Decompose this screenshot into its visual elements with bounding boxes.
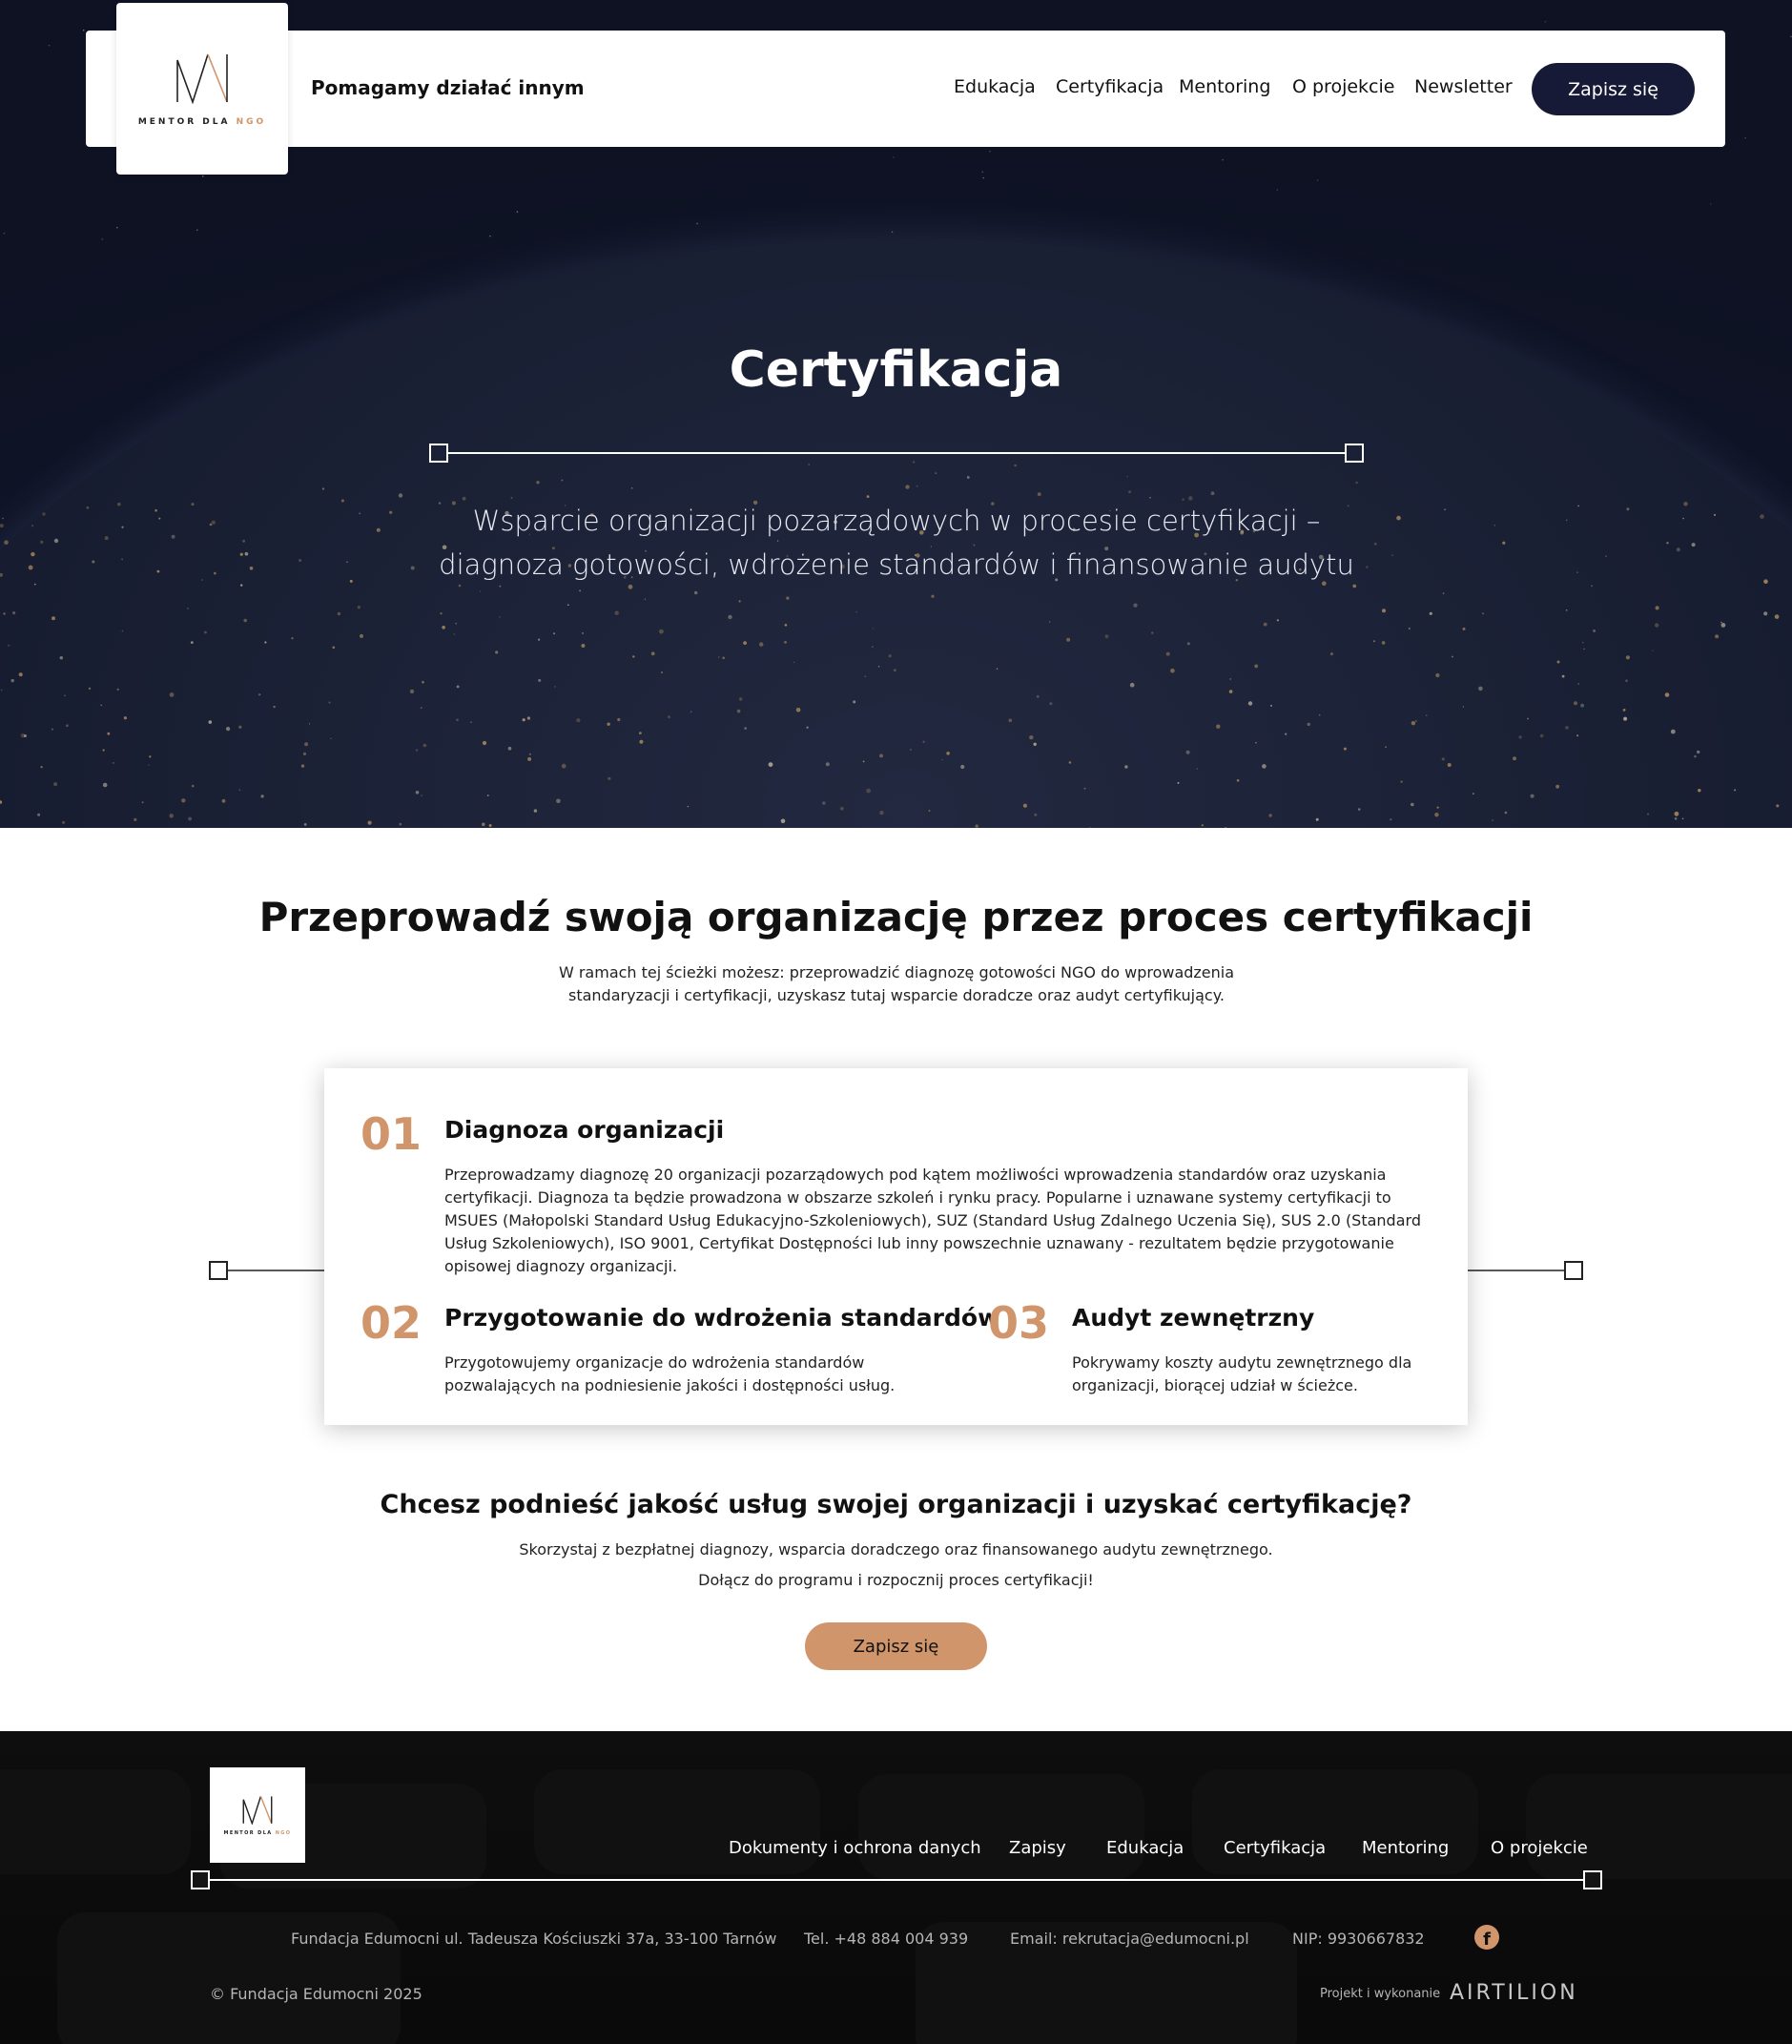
- step-text: Pokrywamy koszty audytu zewnętrznego dla…: [1072, 1353, 1412, 1394]
- divider-square-icon: [1345, 444, 1364, 463]
- step-number: 03: [988, 1297, 1050, 1349]
- divider-square-icon: [429, 444, 448, 463]
- footer-email[interactable]: Email: rekrutacja@edumocni.pl: [1010, 1930, 1249, 1948]
- right-connector: [1467, 1261, 1583, 1280]
- footer-nip: NIP: 9930667832: [1292, 1930, 1425, 1948]
- footer-logo[interactable]: MENTOR DLA NGO: [210, 1767, 305, 1863]
- cta-title: Chcesz podnieść jakość usług swojej orga…: [380, 1490, 1412, 1519]
- footer-divider: [191, 1870, 1602, 1889]
- agency-logo[interactable]: AIRTILION: [1450, 1981, 1578, 2005]
- signup-button[interactable]: Zapisz się: [1532, 63, 1695, 115]
- section-title: Przeprowadź swoją organizację przez proc…: [258, 894, 1534, 940]
- logo-m-icon: [176, 53, 228, 104]
- section-lead: W ramach tej ścieżki możesz: przeprowadz…: [558, 963, 1235, 1004]
- cta-text: Skorzystaj z bezpłatnej diagnozy, wsparc…: [519, 1540, 1273, 1559]
- site-logo[interactable]: MENTOR DLA NGO: [116, 3, 288, 175]
- cta-signup-button[interactable]: Zapisz się: [805, 1622, 987, 1670]
- footer-phone[interactable]: Tel. +48 884 004 939: [804, 1930, 968, 1948]
- footer-link-certyfikacja[interactable]: Certyfikacja: [1224, 1838, 1326, 1858]
- logo-wordmark: MENTOR DLA NGO: [137, 117, 267, 127]
- nav-certyfikacja[interactable]: Certyfikacja: [1056, 76, 1164, 97]
- hero-section: MENTOR DLA NGO Pomagamy działać innym Ed…: [0, 0, 1792, 828]
- nav-o-projekcie[interactable]: O projekcie: [1292, 76, 1394, 97]
- page-title: Certyfikacja: [729, 341, 1063, 399]
- site-tagline: Pomagamy działać innym: [311, 76, 585, 99]
- step-number: 01: [360, 1108, 422, 1160]
- step-text: Przygotowujemy organizacje do wdrożenia …: [444, 1353, 896, 1394]
- footer-link-zapisy[interactable]: Zapisy: [1009, 1838, 1066, 1858]
- footer-link-dokumenty[interactable]: Dokumenty i ochrona danych: [729, 1838, 981, 1858]
- footer-link-o-projekcie[interactable]: O projekcie: [1491, 1838, 1588, 1858]
- footer-logo-wordmark: MENTOR DLA NGO: [223, 1830, 292, 1836]
- step-text: Przeprowadzamy diagnozę 20 organizacji p…: [444, 1166, 1421, 1275]
- step-title: Audyt zewnętrzny: [1072, 1304, 1315, 1332]
- nav-newsletter[interactable]: Newsletter: [1414, 76, 1513, 97]
- step-number: 02: [360, 1297, 422, 1349]
- footer-credit: Projekt i wykonanie: [1320, 1987, 1441, 2001]
- footer-address: Fundacja Edumocni ul. Tadeusza Kościuszk…: [291, 1930, 777, 1948]
- steps-card: 01 Diagnoza organizacji Przeprowadzamy d…: [324, 1068, 1468, 1425]
- step-title: Diagnoza organizacji: [444, 1116, 725, 1144]
- left-connector: [209, 1261, 325, 1280]
- footer-link-mentoring[interactable]: Mentoring: [1362, 1838, 1449, 1858]
- footer-copyright: © Fundacja Edumocni 2025: [210, 1985, 422, 2003]
- footer-link-edukacja[interactable]: Edukacja: [1106, 1838, 1184, 1858]
- step-title: Przygotowanie do wdrożenia standardów: [444, 1304, 1000, 1332]
- hero-subtitle: Wsparcie organizacji pozarządowych w pro…: [439, 505, 1354, 581]
- nav-mentoring[interactable]: Mentoring: [1179, 76, 1270, 97]
- cta-text: Dołącz do programu i rozpocznij proces c…: [698, 1571, 1094, 1589]
- facebook-icon[interactable]: f: [1474, 1925, 1499, 1950]
- logo-m-icon: [242, 1796, 273, 1825]
- nav-edukacja[interactable]: Edukacja: [954, 76, 1036, 97]
- hero-divider: [429, 444, 1364, 463]
- footer: MENTOR DLA NGO Dokumenty i ochrona danyc…: [0, 1731, 1792, 2044]
